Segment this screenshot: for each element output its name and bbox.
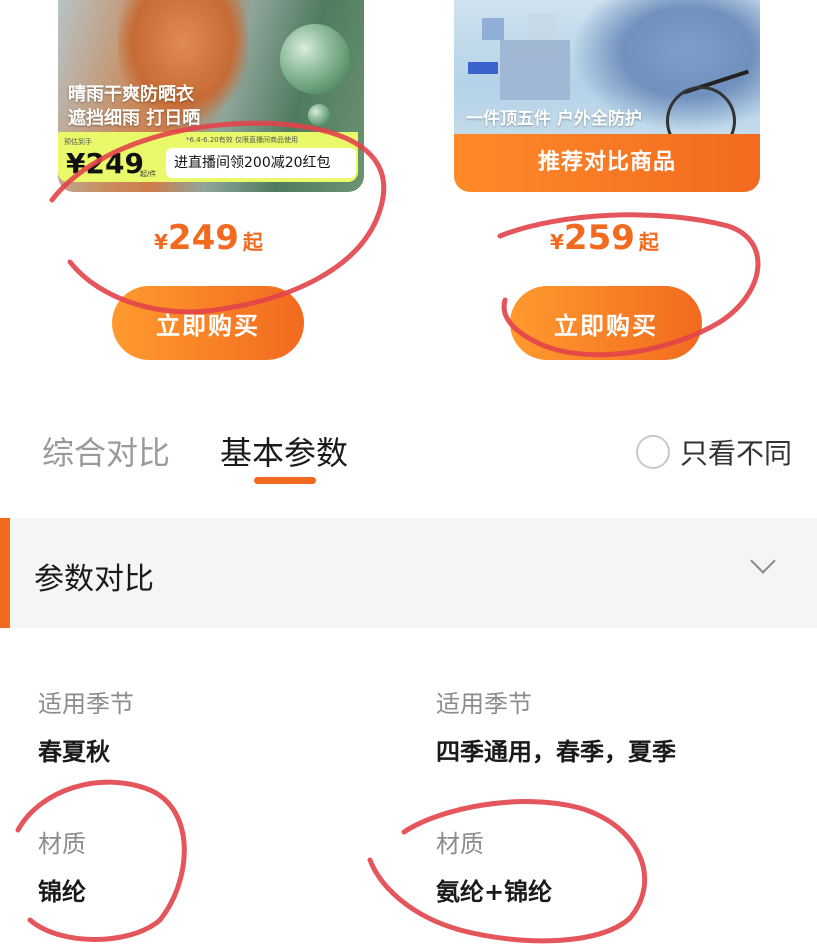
- currency-symbol: ¥: [154, 230, 168, 254]
- product-card-right[interactable]: 一件顶五件 户外全防护 推荐对比商品: [454, 0, 760, 192]
- buy-now-button-right[interactable]: 立即购买: [510, 286, 702, 360]
- product-card-left[interactable]: 晴雨干爽防晒衣 遮挡细雨 打日晒 预估到手 *6.4-6.20有效 仅限直播间商…: [58, 0, 364, 192]
- show-differences-toggle[interactable]: 只看不同: [636, 432, 792, 472]
- blurred-region: [500, 40, 570, 100]
- param-label-season-right: 适用季节: [436, 690, 532, 718]
- water-drop-graphic-small: [308, 104, 330, 126]
- param-label-season-left: 适用季节: [38, 690, 134, 718]
- param-label-material-left: 材质: [38, 830, 86, 858]
- promo-terms: *6.4-6.20有效 仅限直播间商品使用: [186, 136, 298, 144]
- radio-circle-icon[interactable]: [636, 435, 670, 469]
- promo-banner: 预估到手 *6.4-6.20有效 仅限直播间商品使用 ¥249 起/件 进直播间…: [58, 132, 358, 182]
- section-accent-bar: [0, 518, 10, 628]
- price-suffix: 起: [242, 230, 263, 254]
- price-value: 259: [563, 218, 635, 258]
- promo-coupon: 进直播间领200减20红包: [166, 148, 356, 178]
- product-image-right[interactable]: 一件顶五件 户外全防护 推荐对比商品: [454, 0, 760, 192]
- show-differences-label: 只看不同: [680, 437, 793, 470]
- image-subheadline: 遮挡细雨 打日晒: [68, 108, 201, 129]
- price-suffix: 起: [638, 230, 659, 254]
- promo-tag: 预估到手: [64, 138, 92, 146]
- param-value-season-left: 春夏秋: [38, 738, 110, 766]
- price-left: ¥249 起: [154, 218, 263, 258]
- tab-overall-compare[interactable]: 综合对比: [42, 428, 170, 474]
- param-value-material-left: 锦纶: [38, 878, 86, 906]
- water-drop-graphic: [280, 24, 350, 94]
- currency-symbol: ¥: [550, 230, 564, 254]
- param-label-material-right: 材质: [436, 830, 484, 858]
- section-title: 参数对比: [34, 562, 154, 597]
- annotation-circle-left-material: [15, 779, 187, 942]
- promo-unit: 起/件: [140, 170, 157, 178]
- promo-price: ¥249: [66, 147, 144, 180]
- price-right: ¥259 起: [550, 218, 659, 258]
- image-headline: 晴雨干爽防晒衣: [68, 84, 194, 105]
- blurred-region: [528, 14, 556, 38]
- blurred-region: [482, 18, 504, 40]
- param-value-material-right: 氨纶+锦纶: [436, 878, 553, 906]
- active-tab-indicator: [254, 477, 316, 484]
- params-section-header[interactable]: 参数对比: [0, 518, 817, 628]
- blurred-region: [468, 62, 498, 74]
- price-value: 249: [167, 218, 239, 258]
- product-image-left[interactable]: 晴雨干爽防晒衣 遮挡细雨 打日晒 预估到手 *6.4-6.20有效 仅限直播间商…: [58, 0, 364, 192]
- tab-basic-params[interactable]: 基本参数: [220, 428, 348, 474]
- buy-now-button-left[interactable]: 立即购买: [112, 286, 304, 360]
- recommend-compare-badge: 推荐对比商品: [454, 134, 760, 192]
- param-value-season-right: 四季通用，春季，夏季: [436, 738, 676, 766]
- image-subheadline: 一件顶五件 户外全防护: [466, 109, 642, 129]
